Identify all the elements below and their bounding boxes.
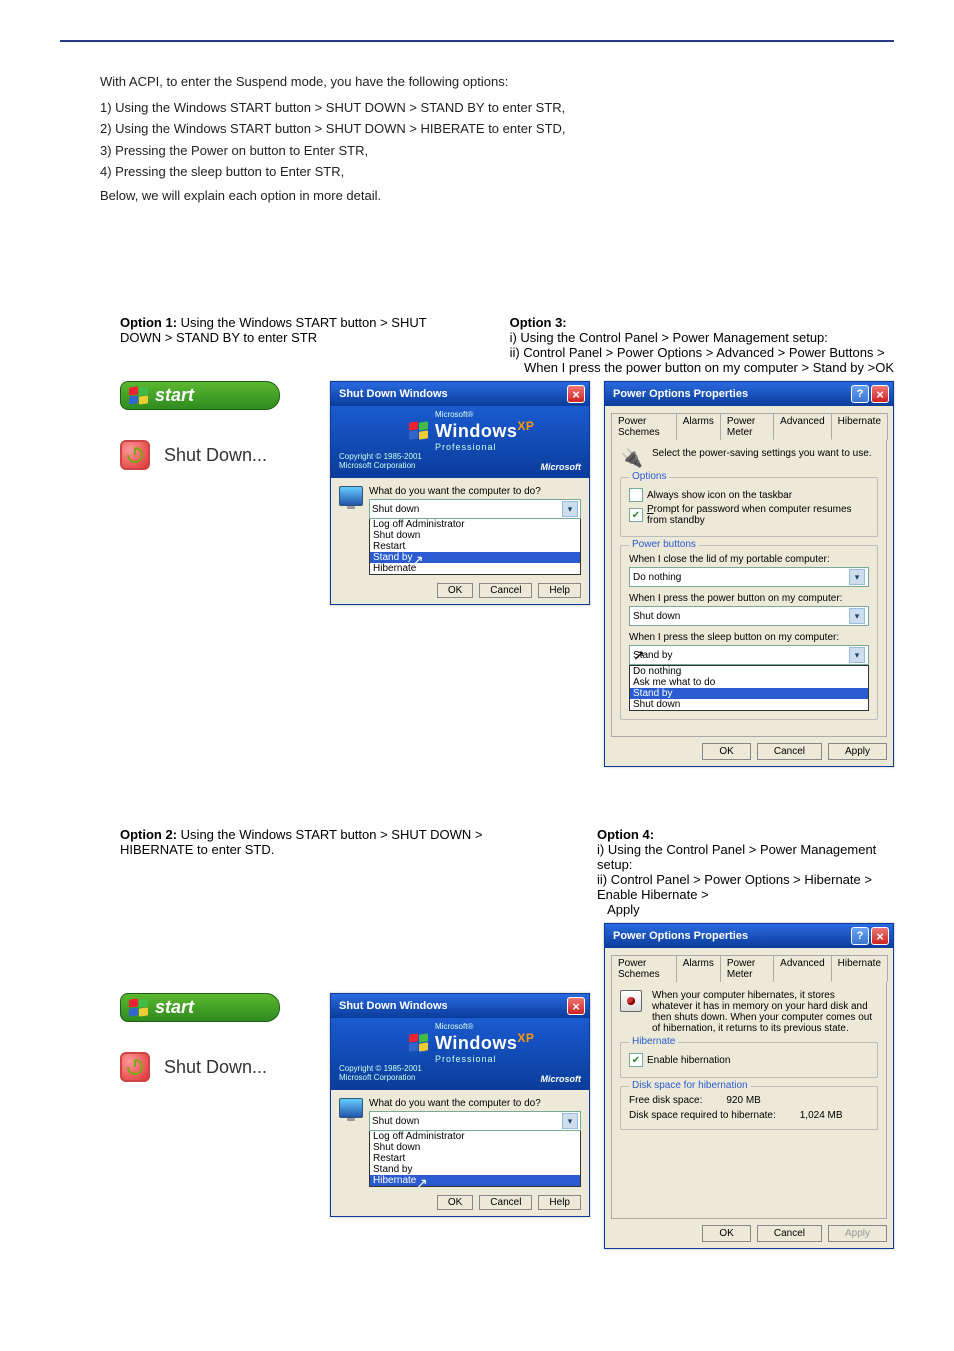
hibernate-legend: Hibernate bbox=[629, 1036, 678, 1047]
action-combo[interactable]: Shut down ▾ bbox=[369, 499, 581, 519]
cancel-button[interactable]: Cancel bbox=[479, 1195, 532, 1210]
intro-text: With ACPI, to enter the Suspend mode, yo… bbox=[100, 72, 854, 205]
question-label: What do you want the computer to do? bbox=[369, 486, 581, 497]
power-buttons-legend: Power buttons bbox=[629, 539, 699, 550]
ok-button[interactable]: OK bbox=[702, 743, 750, 760]
required-disk-row: Disk space required to hibernate:1,024 M… bbox=[629, 1110, 869, 1121]
tab-power-schemes[interactable]: Power Schemes bbox=[611, 955, 677, 982]
option2-text: Option 2: Using the Windows START button… bbox=[120, 827, 550, 917]
power-icon bbox=[120, 440, 150, 470]
tab-hibernate[interactable]: Hibernate bbox=[831, 955, 888, 982]
action-dropdown[interactable]: Log off Administrator Shut down Restart … bbox=[369, 1131, 581, 1187]
power-options-advanced-dialog: Power Options Properties ? × Power Schem… bbox=[604, 381, 894, 767]
tab-power-meter[interactable]: Power Meter bbox=[720, 955, 774, 982]
cancel-button[interactable]: Cancel bbox=[757, 743, 822, 760]
windows-flag-icon bbox=[409, 422, 429, 440]
close-icon[interactable]: × bbox=[567, 385, 585, 403]
tab-advanced[interactable]: Advanced bbox=[773, 413, 831, 440]
monitor-icon bbox=[339, 1098, 363, 1118]
ok-button[interactable]: OK bbox=[437, 583, 473, 598]
tab-power-meter[interactable]: Power Meter bbox=[720, 413, 774, 440]
ok-button[interactable]: OK bbox=[437, 1195, 473, 1210]
tab-power-schemes[interactable]: Power Schemes bbox=[611, 413, 677, 440]
lid-label: When I close the lid of my portable comp… bbox=[629, 554, 869, 565]
shutdown-menu-item[interactable]: Shut Down... bbox=[120, 440, 280, 470]
monitor-icon bbox=[339, 486, 363, 506]
titlebar: Power Options Properties ? × bbox=[605, 382, 893, 406]
tab-alarms[interactable]: Alarms bbox=[676, 955, 721, 982]
close-icon[interactable]: × bbox=[567, 997, 585, 1015]
titlebar: Shut Down Windows × bbox=[331, 382, 589, 406]
sleep-button-dropdown[interactable]: Do nothing Ask me what to do Stand by Sh… bbox=[629, 665, 869, 711]
action-combo[interactable]: Shut down ▾ bbox=[369, 1111, 581, 1131]
titlebar: Power Options Properties ? × bbox=[605, 924, 893, 948]
shutdown-menu-item[interactable]: Shut Down... bbox=[120, 1052, 280, 1082]
help-icon[interactable]: ? bbox=[851, 385, 869, 403]
instruction-text: When your computer hibernates, it stores… bbox=[652, 990, 878, 1034]
start-button[interactable]: start bbox=[120, 993, 280, 1022]
options-legend: Options bbox=[629, 471, 669, 482]
power-button-label: When I press the power button on my comp… bbox=[629, 593, 869, 604]
taskbar-checkbox[interactable]: Always show icon on the taskbar bbox=[629, 488, 869, 502]
banner: Microsoft® WindowsXP Professional Copyri… bbox=[331, 406, 589, 478]
close-icon[interactable]: × bbox=[871, 385, 889, 403]
start-button[interactable]: start bbox=[120, 381, 280, 410]
chevron-down-icon: ▾ bbox=[562, 1113, 578, 1129]
tabstrip: Power Schemes Alarms Power Meter Advance… bbox=[611, 412, 887, 440]
apply-button[interactable]: Apply bbox=[828, 743, 887, 760]
tab-hibernate[interactable]: Hibernate bbox=[831, 413, 888, 440]
close-icon[interactable]: × bbox=[871, 927, 889, 945]
action-dropdown[interactable]: Log off Administrator Shut down Restart … bbox=[369, 519, 581, 575]
question-label: What do you want the computer to do? bbox=[369, 1098, 581, 1109]
windows-flag-icon bbox=[129, 999, 149, 1017]
sleep-button-select[interactable]: Stand by▾ bbox=[629, 645, 869, 665]
sleep-button-label: When I press the sleep button on my comp… bbox=[629, 632, 869, 643]
disk-space-legend: Disk space for hibernation bbox=[629, 1080, 751, 1091]
chevron-down-icon: ▾ bbox=[849, 608, 865, 624]
chevron-down-icon: ▾ bbox=[849, 569, 865, 585]
help-button[interactable]: Help bbox=[538, 1195, 581, 1210]
lid-select[interactable]: Do nothing▾ bbox=[629, 567, 869, 587]
enable-hibernation-checkbox[interactable]: ✔Enable hibernation bbox=[629, 1053, 869, 1067]
chevron-down-icon: ▾ bbox=[849, 647, 865, 663]
instruction-text: Select the power-saving settings you wan… bbox=[652, 448, 872, 459]
apply-button[interactable]: Apply bbox=[828, 1225, 887, 1242]
shutdown-dialog-standby: Shut Down Windows × Microsoft® WindowsXP… bbox=[330, 381, 590, 605]
option3-text: Option 3: i) Using the Control Panel > P… bbox=[510, 315, 894, 375]
hibernate-icon bbox=[620, 990, 642, 1012]
tab-advanced[interactable]: Advanced bbox=[773, 955, 831, 982]
help-icon[interactable]: ? bbox=[851, 927, 869, 945]
cancel-button[interactable]: Cancel bbox=[479, 583, 532, 598]
shutdown-dialog-hibernate: Shut Down Windows × Microsoft® WindowsXP… bbox=[330, 993, 590, 1217]
banner: Microsoft® WindowsXP Professional Copyri… bbox=[331, 1018, 589, 1090]
help-button[interactable]: Help bbox=[538, 583, 581, 598]
ok-button[interactable]: OK bbox=[702, 1225, 750, 1242]
windows-flag-icon bbox=[409, 1034, 429, 1052]
cancel-button[interactable]: Cancel bbox=[757, 1225, 822, 1242]
power-button-select[interactable]: Shut down▾ bbox=[629, 606, 869, 626]
option4-text: Option 4: i) Using the Control Panel > P… bbox=[597, 827, 894, 917]
chevron-down-icon: ▾ bbox=[562, 501, 578, 517]
tabstrip: Power Schemes Alarms Power Meter Advance… bbox=[611, 954, 887, 982]
titlebar: Shut Down Windows × bbox=[331, 994, 589, 1018]
option1-text: Option 1: Using the Windows START button… bbox=[120, 315, 463, 375]
plug-icon: 🔌 bbox=[620, 448, 644, 469]
tab-alarms[interactable]: Alarms bbox=[676, 413, 721, 440]
free-disk-row: Free disk space:920 MB bbox=[629, 1095, 869, 1106]
power-icon bbox=[120, 1052, 150, 1082]
password-checkbox[interactable]: ✔Prompt for password when computer resum… bbox=[629, 504, 869, 526]
windows-flag-icon bbox=[129, 387, 149, 405]
power-options-hibernate-dialog: Power Options Properties ? × Power Schem… bbox=[604, 923, 894, 1249]
